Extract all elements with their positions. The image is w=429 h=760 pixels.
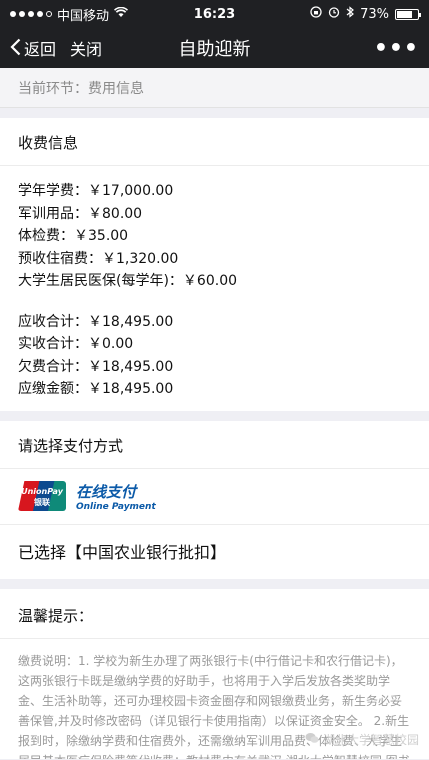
current-stage-bar: 当前环节：费用信息 <box>0 68 429 108</box>
status-left: 中国移动 <box>10 5 129 24</box>
close-button[interactable]: 关闭 <box>70 36 102 60</box>
signal-strength-icon <box>10 11 52 17</box>
carrier-name: 中国移动 <box>57 8 110 24</box>
status-right: 73% <box>310 6 421 22</box>
bluetooth-icon <box>346 6 355 22</box>
tips-header: 温馨提示： <box>0 589 429 639</box>
online-payment-cn: 在线支付 <box>76 482 137 501</box>
wechat-watermark: 湖北大学智慧校园 <box>305 731 419 748</box>
fee-info-card: 收费信息 学年学费：￥17,000.00 军训用品：￥80.00 体检费：￥35… <box>0 118 429 411</box>
fee-item: 体检费：￥35.00 <box>18 228 129 244</box>
fee-item: 大学生居民医保(每学年)：￥60.00 <box>18 273 238 289</box>
online-payment-label: 在线支付 Online Payment <box>76 481 156 512</box>
fee-list: 学年学费：￥17,000.00 军训用品：￥80.00 体检费：￥35.00 预… <box>0 166 429 411</box>
chevron-left-icon <box>10 38 21 59</box>
watermark-text: 湖北大学智慧校园 <box>322 733 419 747</box>
lock-rotation-icon <box>310 6 322 22</box>
battery-level <box>397 10 412 18</box>
current-stage-text: 当前环节：费用信息 <box>18 80 144 97</box>
battery-icon <box>395 8 421 20</box>
back-button[interactable]: 返回 <box>10 36 56 60</box>
fee-item: 学年学费：￥17,000.00 <box>18 183 174 199</box>
online-payment-option[interactable]: UnionPay 银联 在线支付 Online Payment <box>0 469 429 525</box>
fee-info-header: 收费信息 <box>0 118 429 166</box>
total-item: 欠费合计：￥18,495.00 <box>18 358 174 375</box>
back-label: 返回 <box>24 40 57 59</box>
online-payment-en: Online Payment <box>76 501 156 512</box>
nav-bar: 返回 关闭 自助迎新 ••• <box>0 28 429 68</box>
fee-item: 预收住宿费：￥1,320.00 <box>18 250 179 267</box>
total-item: 应缴金额：￥18,495.00 <box>18 381 174 397</box>
total-item: 应收合计：￥18,495.00 <box>18 313 174 330</box>
payment-header: 请选择支付方式 <box>0 421 429 469</box>
more-menu-button[interactable]: ••• <box>374 36 419 61</box>
wifi-icon <box>114 6 129 22</box>
battery-percent: 73% <box>360 6 389 22</box>
total-item: 实收合计：￥0.00 <box>18 336 134 352</box>
selected-payment-text: 已选择【中国农业银行批扣】 <box>18 542 227 562</box>
alarm-icon <box>328 6 340 22</box>
page-title: 自助迎新 <box>178 39 251 60</box>
payment-card: 请选择支付方式 UnionPay 银联 在线支付 Online Payment … <box>0 420 429 579</box>
unionpay-logo-icon: UnionPay 银联 <box>18 481 66 511</box>
wechat-icon <box>305 732 319 747</box>
status-bar: 中国移动 16:23 73% <box>0 0 429 28</box>
fee-item: 军训用品：￥80.00 <box>18 205 143 222</box>
